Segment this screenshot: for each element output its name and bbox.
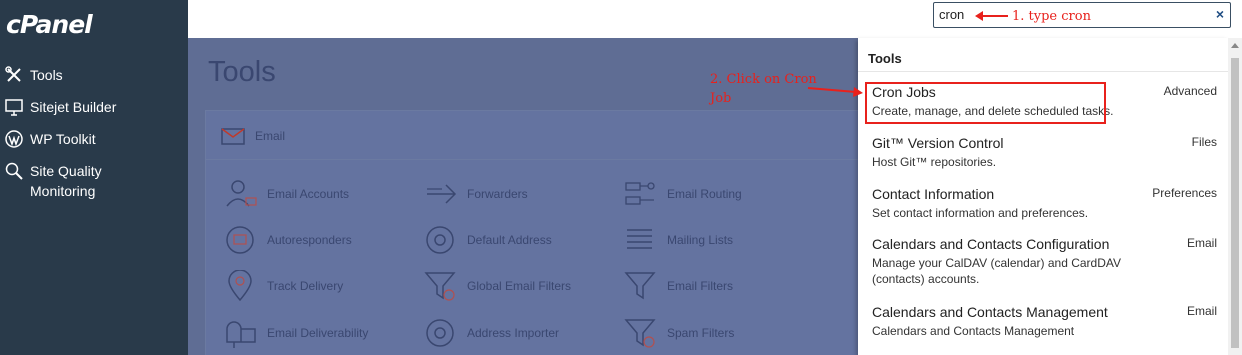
annotation-step-1: 1. type cron xyxy=(1012,9,1091,24)
result-git-version-control[interactable]: Git™ Version Control Host Git™ repositor… xyxy=(872,135,1217,170)
cpanel-logo[interactable]: cPanel xyxy=(6,10,93,39)
scroll-up-icon[interactable] xyxy=(1231,43,1239,48)
mailbox-icon xyxy=(221,316,261,350)
autoresponder-icon xyxy=(221,223,261,257)
result-category: Email xyxy=(1186,304,1217,318)
magnifier-icon xyxy=(4,161,24,181)
tool-label: Email Deliverability xyxy=(267,326,369,340)
result-title: Calendars and Contacts Management xyxy=(872,304,1108,320)
tool-label: Forwarders xyxy=(467,187,528,201)
funnel-icon xyxy=(621,269,661,303)
search-input[interactable] xyxy=(939,7,969,22)
sidebar-item-label: Sitejet Builder xyxy=(30,99,117,115)
tool-label: Email Routing xyxy=(667,187,742,201)
dropdown-scrollbar[interactable] xyxy=(1228,38,1242,355)
tool-label: Address Importer xyxy=(467,326,560,340)
forward-arrow-icon xyxy=(421,177,461,211)
sidebar-item-tools[interactable]: Tools xyxy=(4,65,150,85)
tool-label: Global Email Filters xyxy=(467,279,572,293)
result-description: Manage your CalDAV (calendar) and CardDA… xyxy=(872,256,1122,286)
tool-label: Spam Filters xyxy=(667,326,735,340)
location-pin-icon xyxy=(221,269,261,303)
annotation-arrow-icon xyxy=(807,87,863,97)
tool-forwarders[interactable]: Forwarders xyxy=(421,177,528,211)
sidebar-item-label: Site Quality Monitoring xyxy=(30,163,102,199)
wordpress-icon xyxy=(4,129,24,149)
annotation-step-2: 2. Click on Cron Job xyxy=(710,72,817,106)
tool-label: Track Delivery xyxy=(267,279,344,293)
monitor-icon xyxy=(4,97,24,117)
result-calendars-contacts-management[interactable]: Calendars and Contacts Management Calend… xyxy=(872,304,1217,339)
divider xyxy=(858,71,1228,72)
tool-track-delivery[interactable]: Track Delivery xyxy=(221,269,343,303)
result-category: Advanced xyxy=(1163,84,1217,98)
tool-email-routing[interactable]: Email Routing xyxy=(621,177,742,211)
email-section-title: Email xyxy=(255,129,286,143)
tool-label: Email Accounts xyxy=(267,187,350,201)
result-description: Host Git™ repositories. xyxy=(872,155,997,169)
sidebar-item-site-quality-monitoring[interactable]: Site Quality Monitoring xyxy=(4,161,150,201)
tool-email-accounts[interactable]: Email Accounts xyxy=(221,177,349,211)
tool-address-importer[interactable]: Address Importer xyxy=(421,316,559,350)
result-category: Preferences xyxy=(1152,186,1217,200)
result-title: Calendars and Contacts Configuration xyxy=(872,236,1110,252)
tool-default-address[interactable]: Default Address xyxy=(421,223,552,257)
result-description: Set contact information and preferences. xyxy=(872,206,1089,220)
at-sign-icon xyxy=(421,223,461,257)
envelope-icon xyxy=(221,128,245,150)
sidebar-item-sitejet-builder[interactable]: Sitejet Builder xyxy=(4,97,150,117)
tool-label: Autoresponders xyxy=(267,233,352,247)
tool-label: Mailing Lists xyxy=(667,233,734,247)
page-title: Tools xyxy=(208,56,276,88)
tool-email-filters[interactable]: Email Filters xyxy=(621,269,733,303)
annotation-arrow-icon xyxy=(975,11,1008,21)
result-category: Files xyxy=(1191,135,1217,149)
funnel-clock-icon xyxy=(621,316,661,350)
tool-label: Default Address xyxy=(467,233,552,247)
tool-autoresponders[interactable]: Autoresponders xyxy=(221,223,352,257)
sidebar-item-label: Tools xyxy=(30,67,63,83)
dropdown-title: Tools xyxy=(868,51,902,66)
funnel-globe-icon xyxy=(421,269,461,303)
result-description: Calendars and Contacts Management xyxy=(872,324,1075,338)
sidebar-item-label: WP Toolkit xyxy=(30,131,96,147)
clear-search-icon[interactable]: × xyxy=(1216,6,1224,22)
tool-email-deliverability[interactable]: Email Deliverability xyxy=(221,316,368,350)
at-sign-import-icon xyxy=(421,316,461,350)
user-mail-icon xyxy=(221,177,261,211)
annotation-highlight-box xyxy=(865,82,1106,124)
tool-spam-filters[interactable]: Spam Filters xyxy=(621,316,734,350)
result-title: Git™ Version Control xyxy=(872,135,1004,151)
scrollbar-thumb[interactable] xyxy=(1231,58,1239,348)
list-icon xyxy=(621,223,661,257)
tool-global-email-filters[interactable]: Global Email Filters xyxy=(421,269,571,303)
sidebar-item-wp-toolkit[interactable]: WP Toolkit xyxy=(4,129,150,149)
tool-label: Email Filters xyxy=(667,279,734,293)
result-calendars-contacts-configuration[interactable]: Calendars and Contacts Configuration Man… xyxy=(872,236,1217,287)
tools-icon xyxy=(4,65,24,85)
routing-icon xyxy=(621,177,661,211)
result-contact-information[interactable]: Contact Information Set contact informat… xyxy=(872,186,1217,221)
tool-mailing-lists[interactable]: Mailing Lists xyxy=(621,223,733,257)
result-category: Email xyxy=(1186,236,1217,250)
sidebar: cPanel Tools Sitejet Builder WP Toolkit … xyxy=(0,0,188,355)
